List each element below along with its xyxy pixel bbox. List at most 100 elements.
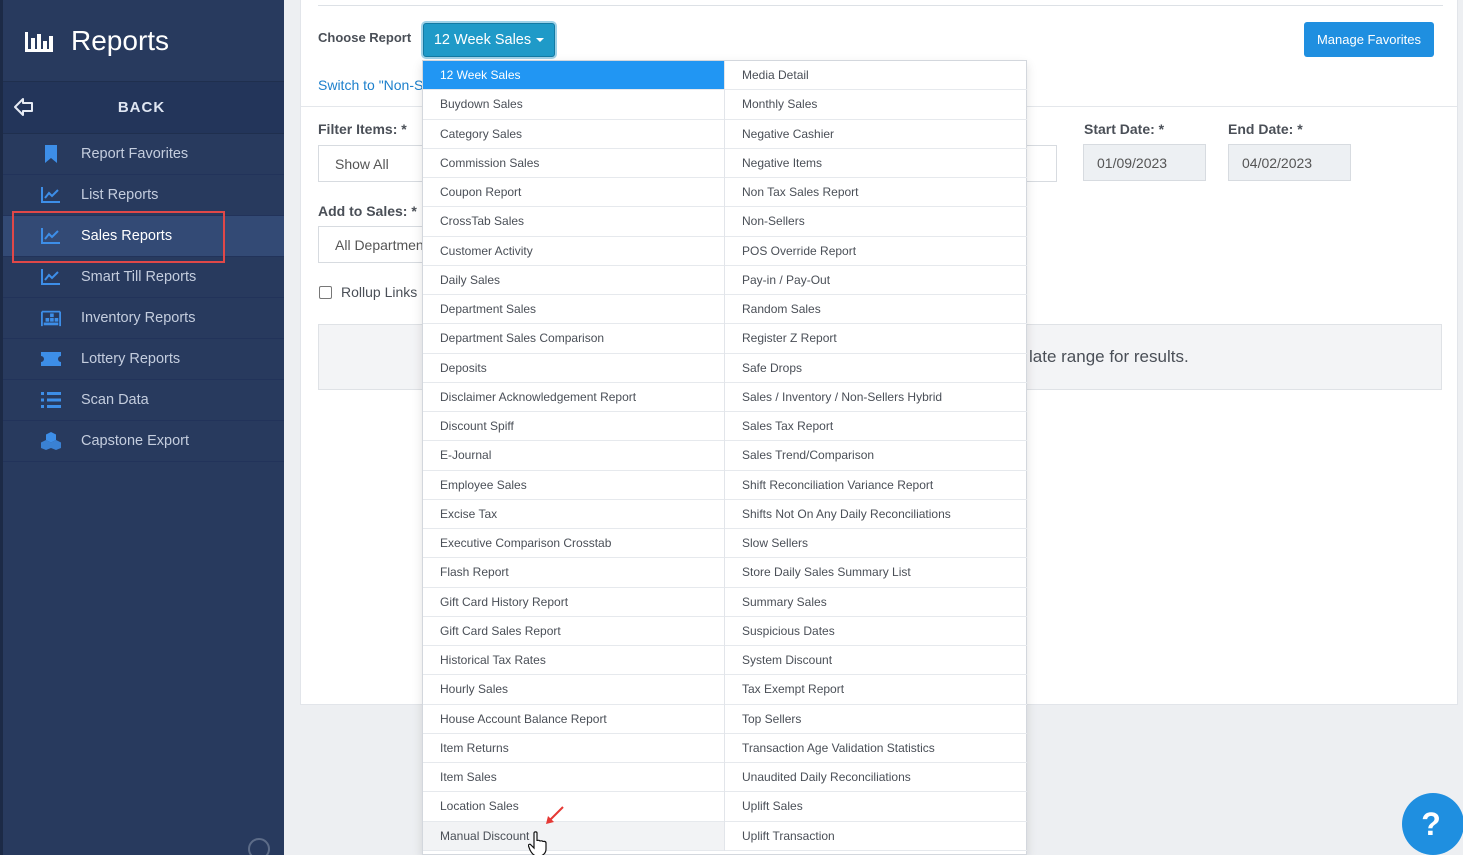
menu-item[interactable]: Negative Items	[725, 149, 1027, 178]
menu-item[interactable]: Suspicious Dates	[725, 617, 1027, 646]
sidebar-item-sales-reports[interactable]: Sales Reports	[3, 211, 284, 263]
filter-items-label: Filter Items: *	[318, 121, 407, 137]
menu-item[interactable]: Manual Discount	[423, 821, 724, 851]
menu-item[interactable]: House Account Balance Report	[423, 705, 724, 734]
menu-item[interactable]: Shifts Not On Any Daily Reconciliations	[725, 500, 1027, 529]
menu-item[interactable]: POS Override Report	[725, 237, 1027, 266]
menu-item[interactable]: Gift Card Sales Report	[423, 617, 724, 646]
menu-item[interactable]: Non-Sellers	[725, 207, 1027, 237]
menu-item[interactable]: Category Sales	[423, 120, 724, 149]
menu-item[interactable]: Summary Sales	[725, 588, 1027, 617]
report-dropdown-menu: 12 Week Sales Buydown Sales Category Sales…	[422, 60, 1027, 855]
menu-item[interactable]: Monthly Sales	[725, 90, 1027, 120]
menu-item[interactable]: Register Z Report	[725, 324, 1027, 354]
rollup-links-checkbox[interactable]: Rollup Links	[319, 284, 417, 300]
menu-item[interactable]: Pay-in / Pay-Out	[725, 266, 1027, 295]
menu-item[interactable]: Hourly Sales	[423, 675, 724, 705]
results-message: late range for results.	[1029, 347, 1189, 366]
menu-item[interactable]: E-Journal	[423, 441, 724, 471]
menu-item[interactable]: Tax Exempt Report	[725, 675, 1027, 705]
menu-item[interactable]: Employee Sales	[423, 471, 724, 500]
menu-item[interactable]: Commission Sales	[423, 149, 724, 178]
menu-item[interactable]: Sales Trend/Comparison	[725, 441, 1027, 471]
sidebar: Reports BACK Report Favorites List Repor…	[0, 0, 284, 855]
menu-item[interactable]: Transaction Age Validation Statistics	[725, 734, 1027, 763]
power-icon[interactable]	[248, 838, 270, 855]
add-to-sales-value: All Departmen	[335, 236, 424, 253]
menu-item[interactable]: Daily Sales	[423, 266, 724, 295]
sidebar-item-label: Scan Data	[81, 392, 149, 408]
report-select-value: 12 Week Sales	[433, 32, 532, 48]
back-label: BACK	[117, 99, 166, 116]
menu-item[interactable]: Department Sales	[423, 295, 724, 325]
menu-item[interactable]: Discount Spiff	[423, 412, 724, 442]
menu-item[interactable]: Historical Tax Rates	[423, 646, 724, 676]
switch-report-link[interactable]: Switch to "Non-S	[318, 77, 423, 93]
menu-item[interactable]: Negative Cashier	[725, 120, 1027, 149]
filter-items-select[interactable]: Show All	[318, 145, 438, 182]
menu-item[interactable]: System Discount	[725, 646, 1027, 676]
end-date-input[interactable]: 04/02/2023	[1228, 144, 1351, 181]
menu-item[interactable]: Slow Sellers	[725, 529, 1027, 559]
manage-favorites-button[interactable]: Manage Favorites	[1304, 22, 1434, 57]
arrow-left-icon	[14, 98, 33, 116]
sidebar-item-inventory-reports[interactable]: Inventory Reports	[3, 298, 284, 339]
menu-item[interactable]: Uplift Transaction	[725, 822, 1027, 851]
caret-down-icon	[536, 38, 545, 42]
menu-item[interactable]: Buydown Sales	[423, 90, 724, 120]
list-icon	[41, 391, 61, 409]
menu-item[interactable]: CrossTab Sales	[423, 207, 724, 237]
menu-item[interactable]: Store Daily Sales Summary List	[725, 558, 1027, 588]
report-select-button[interactable]: 12 Week Sales	[423, 23, 555, 57]
menu-item[interactable]: Item Returns	[423, 734, 724, 763]
bar-chart-icon	[25, 30, 55, 52]
end-date-value: 04/02/2023	[1242, 154, 1313, 171]
sidebar-item-list-reports[interactable]: List Reports	[3, 175, 284, 216]
add-to-sales-select[interactable]: All Departmen	[318, 226, 438, 263]
sidebar-item-scan-data[interactable]: Scan Data	[3, 380, 284, 421]
sidebar-item-label: Inventory Reports	[81, 310, 196, 326]
back-button[interactable]: BACK	[3, 82, 284, 134]
menu-item[interactable]: Shift Reconciliation Variance Report	[725, 471, 1027, 500]
menu-item[interactable]: Deposits	[423, 354, 724, 383]
menu-item[interactable]: Unaudited Daily Reconciliations	[725, 763, 1027, 793]
menu-item[interactable]: Excise Tax	[423, 500, 724, 529]
hand-cursor-icon	[528, 831, 547, 855]
sidebar-item-capstone-export[interactable]: Capstone Export	[3, 421, 284, 462]
menu-item[interactable]: Customer Activity	[423, 237, 724, 266]
sidebar-item-label: Report Favorites	[81, 146, 189, 162]
menu-item[interactable]: Safe Drops	[725, 354, 1027, 383]
sidebar-item-label: Capstone Export	[81, 433, 190, 449]
menu-item[interactable]: Coupon Report	[423, 178, 724, 208]
cubes-icon	[41, 432, 61, 450]
start-date-input[interactable]: 01/09/2023	[1083, 144, 1206, 181]
menu-item[interactable]: Disclaimer Acknowledgement Report	[423, 383, 724, 412]
menu-item[interactable]: Sales / Inventory / Non-Sellers Hybrid	[725, 383, 1027, 412]
menu-item[interactable]: Sales Tax Report	[725, 412, 1027, 442]
menu-item[interactable]: Flash Report	[423, 558, 724, 588]
help-button[interactable]: ?	[1402, 793, 1463, 855]
page-title: Reports	[71, 24, 170, 56]
sidebar-item-report-favorites[interactable]: Report Favorites	[3, 134, 284, 175]
sidebar-item-lottery-reports[interactable]: Lottery Reports	[3, 339, 284, 380]
menu-item[interactable]: Department Sales Comparison	[423, 324, 724, 354]
menu-item[interactable]: Media Detail	[725, 61, 1027, 91]
warehouse-icon	[41, 309, 61, 327]
line-chart-icon	[41, 186, 61, 204]
menu-item[interactable]: Non Tax Sales Report	[725, 178, 1027, 208]
ticket-icon	[41, 350, 61, 368]
menu-item[interactable]: Location Sales	[423, 792, 724, 822]
sidebar-item-label: Lottery Reports	[81, 351, 181, 367]
menu-item[interactable]: Uplift Sales	[725, 792, 1027, 822]
menu-item[interactable]: Top Sellers	[725, 705, 1027, 734]
menu-item[interactable]: Gift Card History Report	[423, 588, 724, 617]
annotation-arrow-icon	[546, 806, 564, 824]
line-chart-icon	[41, 227, 61, 245]
sidebar-item-smart-till-reports[interactable]: Smart Till Reports	[3, 257, 284, 298]
bookmark-icon	[41, 145, 61, 163]
menu-item[interactable]: Executive Comparison Crosstab	[423, 529, 724, 559]
menu-item[interactable]: Item Sales	[423, 763, 724, 793]
menu-item[interactable]: 12 Week Sales	[423, 61, 724, 91]
menu-item[interactable]: Random Sales	[725, 295, 1027, 325]
rollup-links-label: Rollup Links	[341, 284, 418, 300]
